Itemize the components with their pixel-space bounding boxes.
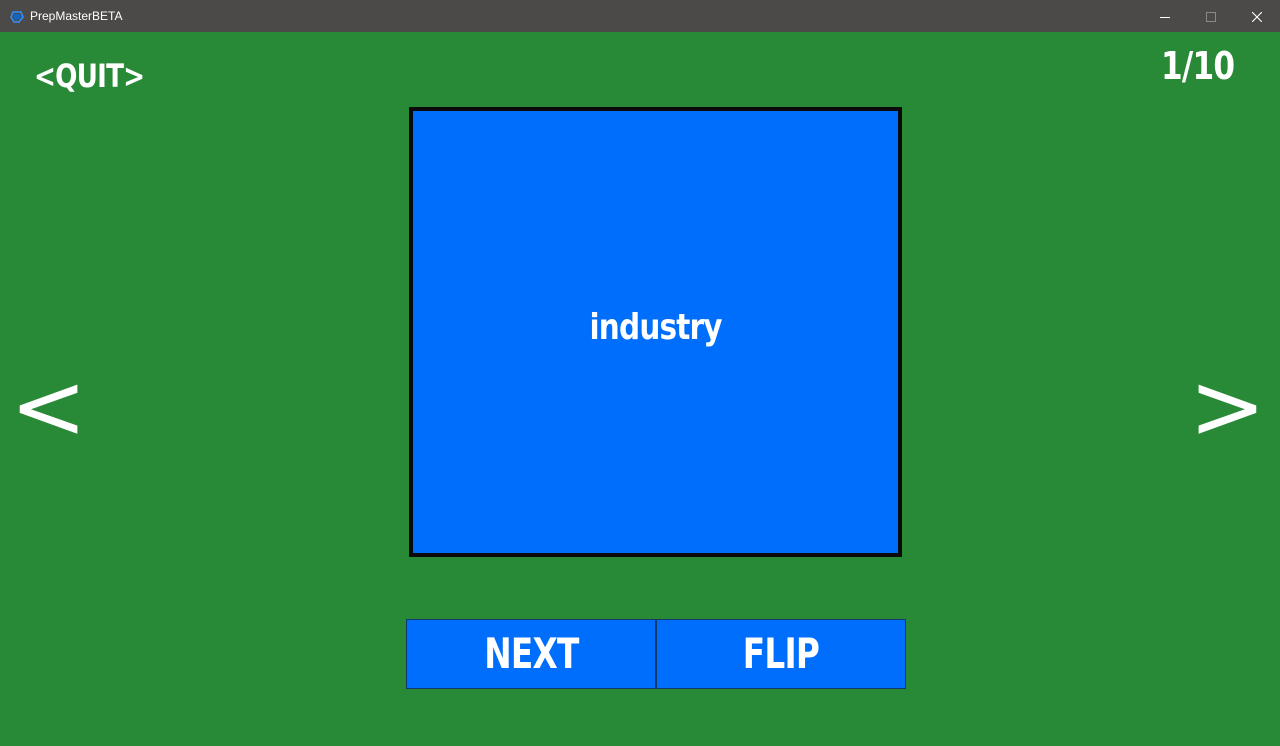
next-card-arrow-button[interactable]: > — [1189, 357, 1266, 457]
flashcard-view: <QUIT> 1/10 < > industry NEXT FLIP — [0, 32, 1280, 746]
app-logo-icon — [10, 9, 24, 23]
next-button[interactable]: NEXT — [406, 619, 656, 689]
minimize-button[interactable] — [1142, 0, 1188, 32]
minimize-icon — [1160, 7, 1170, 26]
flashcard-word: industry — [589, 307, 722, 348]
close-button[interactable] — [1234, 0, 1280, 32]
window-title: PrepMasterBETA — [30, 9, 123, 23]
close-icon — [1251, 7, 1263, 26]
flip-button[interactable]: FLIP — [656, 619, 906, 689]
previous-card-button[interactable]: < — [10, 357, 87, 457]
flashcard[interactable]: industry — [409, 107, 902, 557]
maximize-icon — [1206, 7, 1216, 26]
quit-button[interactable]: <QUIT> — [34, 56, 145, 96]
app-window: PrepMasterBETA <QUIT> 1/10 < > industry … — [0, 0, 1280, 746]
flip-button-label: FLIP — [742, 629, 820, 678]
card-counter: 1/10 — [1160, 44, 1235, 88]
next-button-label: NEXT — [483, 629, 579, 678]
maximize-button[interactable] — [1188, 0, 1234, 32]
title-bar[interactable]: PrepMasterBETA — [0, 0, 1280, 32]
